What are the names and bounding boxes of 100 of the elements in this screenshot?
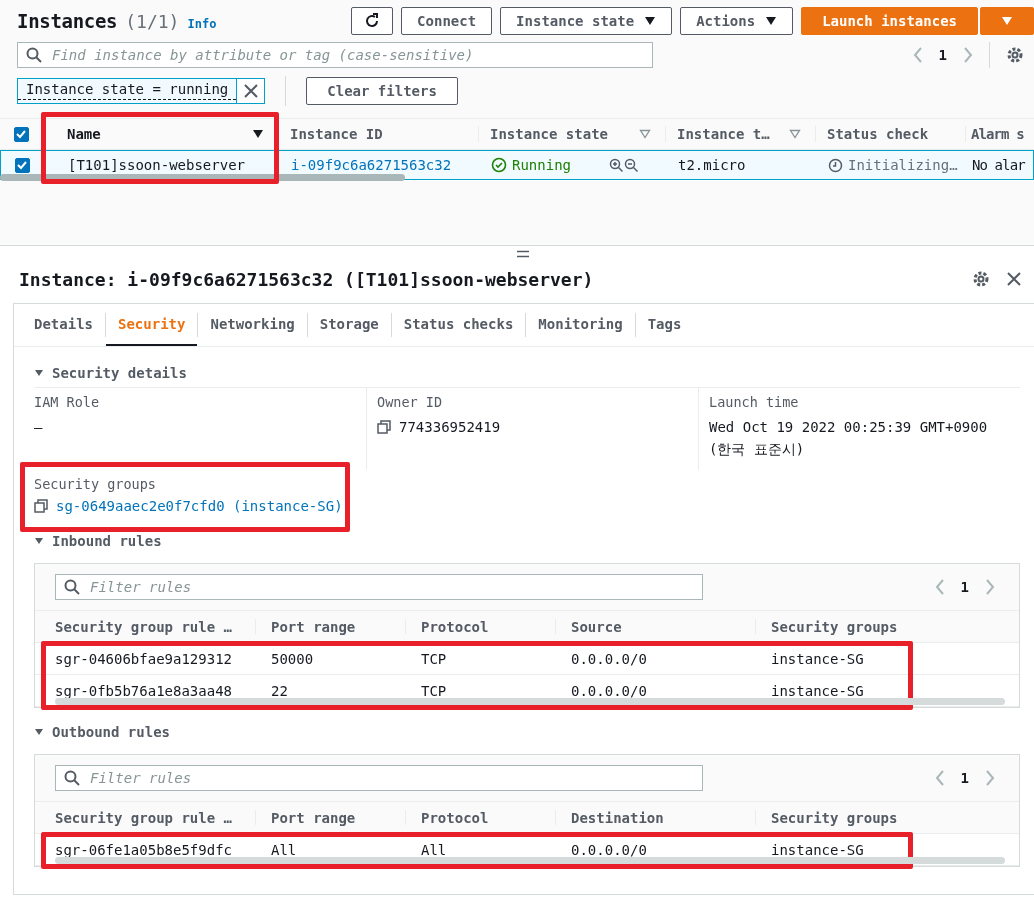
table-cell: sgr-0fb5b76a1e8a3aa48	[55, 682, 232, 699]
row-checkbox[interactable]	[14, 157, 30, 173]
scrollbar[interactable]	[0, 174, 405, 181]
filter-field[interactable]: Filter rules	[88, 578, 694, 596]
column-header[interactable]: Instance ID	[290, 126, 383, 142]
table-cell: All	[421, 841, 447, 858]
column-header[interactable]: Name	[67, 126, 101, 142]
filter-field[interactable]: Filter rules	[55, 765, 703, 791]
section-title[interactable]: Inbound rules	[52, 533, 162, 549]
security-group-link[interactable]: sg-0649aaec2e0f7cfd0 (instance-SG)	[56, 495, 343, 517]
expand-icon[interactable]	[34, 368, 44, 378]
table-cell: 22	[271, 682, 288, 699]
table-cell: 0.0.0.0/0	[571, 841, 647, 858]
field-label: IAM Role	[34, 394, 101, 410]
column-header[interactable]: Source	[571, 618, 622, 635]
table-cell: instance-SG	[771, 650, 864, 667]
page-number[interactable]: 1	[938, 47, 947, 63]
copy-icon[interactable]	[377, 420, 391, 434]
column-header[interactable]: Port range	[271, 618, 356, 635]
search-field[interactable]: Find instance by attribute or tag (case-sensitive)	[17, 42, 653, 68]
section-title[interactable]: Outbound rules	[52, 724, 170, 740]
connect-button[interactable]: Connect	[401, 7, 493, 35]
dropdown-button[interactable]: Instance state	[500, 7, 673, 35]
section-title[interactable]: Security details	[52, 365, 187, 381]
field-value: Wed Oct 19 2022 00:25:39 GMT+0900 (한국 표준시)	[709, 418, 989, 459]
column-header[interactable]: Security groups	[771, 809, 898, 826]
column-header[interactable]: Protocol	[421, 809, 489, 826]
table-cell: 0.0.0.0/0	[571, 682, 647, 699]
expand-icon[interactable]	[34, 727, 44, 737]
info-link[interactable]: Info	[187, 17, 217, 31]
table-cell: No alar	[972, 157, 1025, 173]
caret-icon	[765, 16, 778, 26]
tab[interactable]: Monitoring	[526, 304, 635, 346]
filter-field[interactable]: Filter rules	[55, 574, 703, 600]
resize-handle-icon[interactable]	[516, 250, 530, 258]
table-cell: instance-SG	[771, 682, 864, 699]
caret-icon	[644, 16, 657, 26]
settings-icon[interactable]	[972, 270, 990, 288]
page-title: Instances	[17, 10, 118, 32]
table-cell: 0.0.0.0/0	[571, 650, 647, 667]
close-icon[interactable]	[1006, 271, 1022, 287]
field-value: 774336952419	[399, 418, 501, 437]
field-label: Launch time	[709, 394, 800, 410]
field-label: Security groups	[34, 476, 157, 492]
table-cell: sgr-06fe1a05b8e5f9dfc	[55, 841, 232, 858]
tab[interactable]: Networking	[198, 304, 307, 346]
search-icon	[64, 579, 80, 595]
search-icon	[64, 770, 80, 786]
table-cell: [T101]ssoon-webserver	[68, 157, 245, 173]
column-header[interactable]: Security groups	[771, 618, 898, 635]
table-cell: sgr-04606bfae9a129312	[55, 650, 232, 667]
page-number[interactable]: 1	[960, 579, 969, 595]
table-row[interactable]: [T101]ssoon-webserver i-09f9c6a6271563c32 Running t2.micro Initializing… No alar	[0, 150, 1034, 180]
page-number[interactable]: 1	[960, 770, 969, 786]
tab[interactable]: Status checks	[391, 304, 526, 346]
search-icon	[26, 47, 42, 63]
table-cell: TCP	[421, 650, 447, 667]
scrollbar[interactable]	[55, 857, 1005, 864]
scrollbar[interactable]	[55, 698, 1005, 705]
refresh-button[interactable]	[351, 7, 394, 35]
field-label: Owner ID	[377, 394, 444, 410]
status-text: Initializing…	[848, 157, 958, 173]
column-header[interactable]: Port range	[271, 809, 356, 826]
close-icon	[243, 84, 258, 98]
column-header[interactable]: Security group rule …	[55, 809, 232, 826]
expand-icon[interactable]	[34, 536, 44, 546]
field-value: –	[34, 418, 43, 437]
copy-icon[interactable]	[34, 499, 48, 513]
column-header[interactable]: Status check	[827, 126, 929, 142]
clock-icon	[828, 157, 843, 173]
column-header[interactable]: Instance t…	[677, 126, 770, 142]
sort-icon[interactable]	[252, 129, 264, 139]
table-cell: t2.micro	[678, 157, 746, 173]
table-cell: instance-SG	[771, 841, 864, 858]
clear-filters-button[interactable]: Clear filters	[306, 77, 458, 105]
caret-icon	[1001, 16, 1013, 26]
column-header[interactable]: Alarm s	[971, 126, 1024, 142]
dropdown-button[interactable]: Actions	[680, 7, 794, 35]
check-circle-icon	[491, 157, 507, 173]
column-header[interactable]: Security group rule …	[55, 618, 232, 635]
table-cell: TCP	[421, 682, 447, 699]
table-cell: All	[271, 841, 297, 858]
column-header[interactable]: Protocol	[421, 618, 489, 635]
status-text: Running	[512, 157, 571, 173]
launch-menu-button[interactable]	[980, 7, 1034, 35]
table-cell: 50000	[271, 650, 314, 667]
column-header[interactable]: Instance state	[490, 126, 608, 142]
panel-title: Instance: i-09f9c6a6271563c32 ([T101]ssoon-webserver)	[19, 268, 594, 290]
close-button[interactable]	[236, 79, 265, 103]
tab[interactable]: Tags	[635, 304, 694, 346]
instance-count: (1/1)	[125, 11, 180, 32]
instance-id-link[interactable]: i-09f9c6a6271563c32	[291, 157, 452, 173]
filter-field[interactable]: Filter rules	[88, 769, 694, 787]
tab[interactable]: Details	[22, 304, 105, 346]
tab[interactable]: Storage	[307, 304, 391, 346]
column-header[interactable]: Destination	[571, 809, 664, 826]
select-all-checkbox[interactable]	[13, 126, 29, 142]
zoom-in-icon[interactable]	[609, 157, 624, 173]
settings-icon[interactable]	[1006, 46, 1024, 64]
zoom-out-icon[interactable]	[624, 157, 639, 173]
